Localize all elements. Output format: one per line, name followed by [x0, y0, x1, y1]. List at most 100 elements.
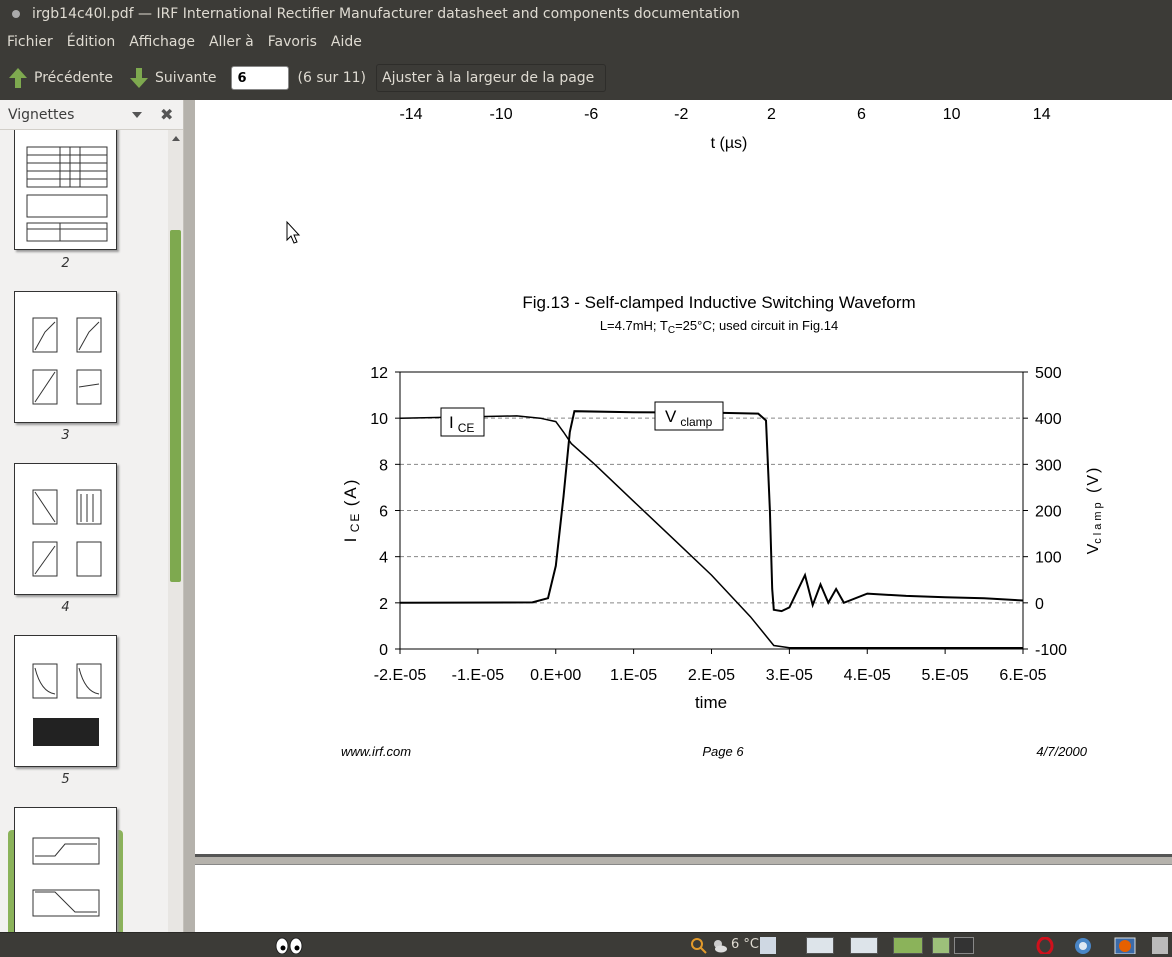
window-button-1[interactable]	[806, 937, 834, 954]
x-tick-label: 6.E-05	[999, 667, 1046, 684]
zoom-select[interactable]: Ajuster à la largeur de la page	[376, 64, 607, 92]
chart: 0 2 4 6 8 10 12 -100 0 100 200 300 400 500 -2.E-05 -1…	[341, 365, 1104, 712]
opera-icon[interactable]	[1036, 937, 1054, 954]
previous-figure-x-tick-label: -10	[490, 106, 513, 123]
y-left-tick-label: 10	[370, 411, 388, 428]
trash-icon[interactable]	[1152, 937, 1168, 954]
y-right-tick-label: 400	[1035, 411, 1062, 428]
x-tick-label: 2.E-05	[688, 667, 735, 684]
y-right-tick-label: 300	[1035, 457, 1062, 474]
figure-title: Fig.13 - Self-clamped Inductive Switchin…	[522, 293, 915, 312]
page-content: -14 -10 -6 -2 2 6 10 14 t (µs) Fig.13 - Self-cl…	[286, 106, 1104, 759]
previous-figure-x-tick-label: -6	[584, 106, 598, 123]
previous-page-button[interactable]: Précédente	[8, 67, 113, 89]
menu-affichage[interactable]: Affichage	[122, 34, 202, 50]
y-right-tick-label: -100	[1035, 642, 1067, 659]
thumbnail-label-3: 3	[61, 428, 70, 443]
right-axis-ticks: -100 0 100 200 300 400 500	[1023, 365, 1067, 659]
y-right-axis-label: Vclamp (V)	[1085, 466, 1104, 555]
menu-favoris[interactable]: Favoris	[261, 34, 324, 50]
window-button-2[interactable]	[850, 937, 878, 954]
footer-left: www.irf.com	[341, 744, 411, 759]
toolbar: Précédente Suivante (6 sur 11) Ajuster à…	[0, 56, 1172, 100]
firefox-icon[interactable]	[1114, 937, 1136, 954]
thumbnail-label-2: 2	[61, 256, 70, 271]
left-axis-ticks: 0 2 4 6 8 10 12	[370, 365, 400, 659]
y-left-tick-label: 0	[379, 642, 388, 659]
footer-right: 4/7/2000	[1036, 744, 1087, 759]
taskbar: 6 °C	[0, 932, 1172, 957]
sidebar-close-icon[interactable]: ✖	[160, 105, 173, 124]
y-left-tick-label: 8	[379, 457, 388, 474]
previous-figure-x-tick-label: 6	[857, 106, 866, 123]
window-button-3[interactable]	[932, 937, 950, 954]
zoom-select-label: Ajuster à la largeur de la page	[382, 70, 595, 86]
thumbnail-5-preview	[32, 663, 102, 746]
thumbnail-page-2[interactable]	[14, 130, 117, 250]
series-vclamp-line	[399, 410, 1024, 613]
thumbnails-sidebar: Vignettes ✖ 2 3 4 5	[0, 100, 184, 932]
previous-figure-x-tick-label: 2	[767, 106, 776, 123]
thumbnail-page-5[interactable]	[14, 635, 117, 767]
menu-aide[interactable]: Aide	[324, 34, 369, 50]
page-number-input[interactable]	[230, 66, 289, 90]
pdf-page: -14 -10 -6 -2 2 6 10 14 t (µs) Fig.13 - Self-cl…	[195, 100, 1172, 857]
window-button-evince[interactable]	[893, 937, 923, 954]
previous-figure-x-tick-label: -2	[674, 106, 688, 123]
figure-subtitle: L=4.7mH; TC=25°C; used circuit in Fig.14	[600, 318, 838, 336]
next-page-button[interactable]: Suivante	[129, 67, 217, 89]
sidebar-header: Vignettes ✖	[0, 100, 183, 130]
previous-figure-x-tick-label: 10	[943, 106, 961, 123]
window-button-4[interactable]	[954, 937, 974, 954]
previous-figure-x-tick-label: -14	[399, 106, 422, 123]
search-icon[interactable]	[690, 937, 708, 954]
previous-figure-x-tick-label: 14	[1033, 106, 1051, 123]
thumbnail-6-preview	[32, 837, 100, 917]
next-pdf-page	[195, 864, 1172, 932]
y-left-tick-label: 12	[370, 365, 388, 382]
weather-icon	[714, 940, 727, 953]
menubar: Fichier Édition Affichage Aller à Favori…	[0, 28, 1172, 56]
arrow-down-icon	[130, 68, 149, 88]
y-left-tick-label: 4	[379, 550, 388, 567]
y-left-tick-label: 6	[379, 504, 388, 521]
x-tick-label: -2.E-05	[374, 667, 427, 684]
y-left-tick-label: 2	[379, 596, 388, 613]
thumbnail-label-4: 4	[61, 600, 70, 615]
network-icon[interactable]	[760, 937, 776, 954]
series-ice-line	[399, 415, 1023, 649]
previous-page-label: Précédente	[34, 70, 114, 86]
window-menu-icon[interactable]	[12, 10, 20, 18]
menu-fichier[interactable]: Fichier	[0, 34, 60, 50]
thumbnail-page-6[interactable]	[14, 807, 117, 932]
mouse-cursor-icon	[286, 220, 301, 244]
y-right-tick-label: 100	[1035, 550, 1062, 567]
thumbnail-4-preview	[32, 489, 102, 577]
y-left-axis-label: I CE (A)	[341, 478, 362, 543]
thumbnail-page-3[interactable]	[14, 291, 117, 423]
scroll-up-icon[interactable]	[172, 136, 180, 141]
x-tick-label: -1.E-05	[452, 667, 505, 684]
x-tick-label: 1.E-05	[610, 667, 657, 684]
window-title: irgb14c40l.pdf — IRF International Recti…	[32, 6, 740, 22]
menu-aller-a[interactable]: Aller à	[202, 34, 261, 50]
thumbnail-label-5: 5	[61, 772, 70, 787]
temperature-label: 6 °C	[731, 937, 759, 952]
x-tick-label: 3.E-05	[766, 667, 813, 684]
document-view[interactable]: -14 -10 -6 -2 2 6 10 14 t (µs) Fig.13 - Self-cl…	[184, 100, 1172, 932]
window-titlebar: irgb14c40l.pdf — IRF International Recti…	[0, 0, 1172, 28]
thumbnail-2-preview	[26, 146, 108, 242]
previous-figure-xlabel: t (µs)	[711, 135, 748, 152]
sidebar-scrollbar[interactable]	[168, 130, 183, 932]
y-right-tick-label: 500	[1035, 365, 1062, 382]
sidebar-dropdown-icon[interactable]	[132, 112, 142, 118]
chromium-icon[interactable]	[1074, 937, 1092, 954]
x-tick-label: 4.E-05	[844, 667, 891, 684]
thumbnail-3-preview	[32, 317, 102, 405]
menu-edition[interactable]: Édition	[60, 34, 122, 50]
scrollbar-thumb[interactable]	[170, 230, 181, 582]
page-count: (6 sur 11)	[297, 70, 367, 86]
x-axis-ticks: -2.E-05 -1.E-05 0.E+00 1.E-05 2.E-05 3.E-05 4.…	[374, 649, 1047, 684]
thumbnail-page-4[interactable]	[14, 463, 117, 595]
x-tick-label: 0.E+00	[530, 667, 581, 684]
